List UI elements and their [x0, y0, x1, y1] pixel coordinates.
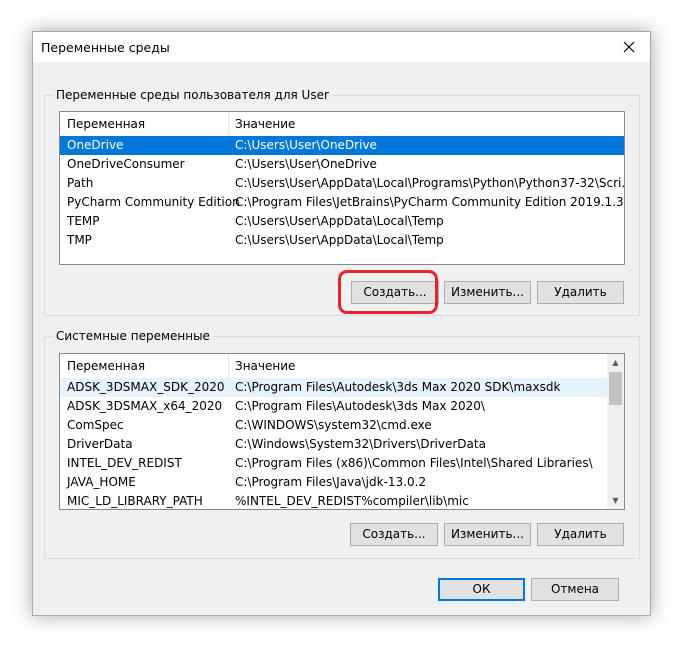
variable-name: DriverData [67, 437, 133, 451]
variable-value: C:\Program Files (x86)\Common Files\Inte… [235, 456, 593, 470]
close-icon [623, 41, 635, 53]
variable-value: C:\Program Files\Autodesk\3ds Max 2020 S… [235, 380, 561, 394]
table-row[interactable]: ADSK_3DSMAX_SDK_2020 C:\Program Files\Aut… [60, 378, 607, 397]
column-header-value[interactable]: Значение [235, 117, 295, 131]
column-header-variable[interactable]: Переменная [67, 117, 145, 131]
variable-value: %INTEL_DEV_REDIST%compiler\lib\mic [235, 494, 469, 508]
variable-value: C:\Users\User\AppData\Local\Temp [235, 233, 444, 247]
variable-name: OneDriveConsumer [67, 157, 185, 171]
user-vars-header: Переменная Значение [60, 112, 624, 136]
variable-value: C:\Program Files\Autodesk\3ds Max 2020\ [235, 399, 485, 413]
system-new-button[interactable]: Создать... [350, 523, 438, 546]
column-divider[interactable] [228, 112, 229, 136]
table-row[interactable]: OneDrive C:\Users\User\OneDrive [60, 136, 624, 155]
table-row[interactable]: JAVA_HOME C:\Program Files\Java\jdk-13.0.… [60, 473, 607, 492]
cancel-button[interactable]: Отмена [531, 578, 619, 601]
variable-name: PyCharm Community Edition [67, 195, 240, 209]
scroll-down-icon[interactable]: ▼ [607, 492, 624, 509]
variable-name: ADSK_3DSMAX_x64_2020 [67, 399, 223, 413]
variable-value: C:\Windows\System32\Drivers\DriverData [235, 437, 486, 451]
scrollbar-thumb[interactable] [609, 372, 622, 405]
variable-value: C:\Program Files\JetBrains\PyCharm Commu… [235, 195, 625, 209]
close-button[interactable] [610, 32, 650, 62]
title-bar: Переменные среды [33, 32, 650, 62]
table-row[interactable]: MIC_LD_LIBRARY_PATH %INTEL_DEV_REDIST%com… [60, 492, 607, 509]
variable-name: OneDrive [67, 138, 124, 152]
variable-name: ComSpec [67, 418, 124, 432]
ok-button[interactable]: ОК [438, 578, 525, 601]
column-header-variable[interactable]: Переменная [67, 359, 145, 373]
variable-name: TEMP [67, 214, 100, 228]
variable-value: C:\Users\User\AppData\Local\Programs\Pyt… [235, 176, 625, 190]
system-vars-header: Переменная Значение [60, 354, 624, 378]
highlight-annotation [338, 270, 438, 314]
column-divider[interactable] [228, 354, 229, 378]
table-row[interactable]: ComSpec C:\WINDOWS\system32\cmd.exe [60, 416, 607, 435]
environment-variables-dialog: Переменные среды Переменные среды пользо… [32, 31, 651, 616]
table-row[interactable]: DriverData C:\Windows\System32\Drivers\Dr… [60, 435, 607, 454]
dialog-title: Переменные среды [41, 40, 170, 55]
variable-name: Path [67, 176, 94, 190]
variable-value: C:\Users\User\OneDrive [235, 157, 377, 171]
column-header-value[interactable]: Значение [235, 359, 295, 373]
variable-value: C:\Users\User\OneDrive [235, 138, 377, 152]
scroll-up-icon[interactable]: ▲ [607, 354, 624, 371]
table-row[interactable]: PyCharm Community Edition C:\Program File… [60, 193, 624, 212]
variable-name: MIC_LD_LIBRARY_PATH [67, 494, 203, 508]
variable-name: TMP [67, 233, 92, 247]
user-edit-button[interactable]: Изменить... [444, 281, 531, 304]
variable-value: C:\WINDOWS\system32\cmd.exe [235, 418, 432, 432]
table-row[interactable]: OneDriveConsumer C:\Users\User\OneDrive [60, 155, 624, 174]
table-row[interactable]: INTEL_DEV_REDIST C:\Program Files (x86)\C… [60, 454, 607, 473]
variable-name: JAVA_HOME [67, 475, 136, 489]
variable-value: C:\Users\User\AppData\Local\Temp [235, 214, 444, 228]
variable-name: INTEL_DEV_REDIST [67, 456, 182, 470]
user-vars-group-label: Переменные среды пользователя для User [56, 88, 329, 102]
variable-name: ADSK_3DSMAX_SDK_2020 [67, 380, 225, 394]
system-vars-list[interactable]: Переменная Значение ADSK_3DSMAX_SDK_2020… [59, 353, 625, 510]
table-row[interactable]: Path C:\Users\User\AppData\Local\Programs… [60, 174, 624, 193]
table-row[interactable]: TMP C:\Users\User\AppData\Local\Temp [60, 231, 624, 250]
variable-value: C:\Program Files\Java\jdk-13.0.2 [235, 475, 427, 489]
user-vars-list[interactable]: Переменная Значение OneDrive C:\Users\Use… [59, 111, 625, 265]
table-row[interactable]: ADSK_3DSMAX_x64_2020 C:\Program Files\Aut… [60, 397, 607, 416]
system-edit-button[interactable]: Изменить... [444, 523, 531, 546]
table-row[interactable]: TEMP C:\Users\User\AppData\Local\Temp [60, 212, 624, 231]
system-delete-button[interactable]: Удалить [537, 523, 624, 546]
system-vars-group-label: Системные переменные [56, 329, 210, 343]
user-delete-button[interactable]: Удалить [537, 281, 624, 304]
vertical-scrollbar[interactable]: ▲ ▼ [607, 354, 624, 509]
